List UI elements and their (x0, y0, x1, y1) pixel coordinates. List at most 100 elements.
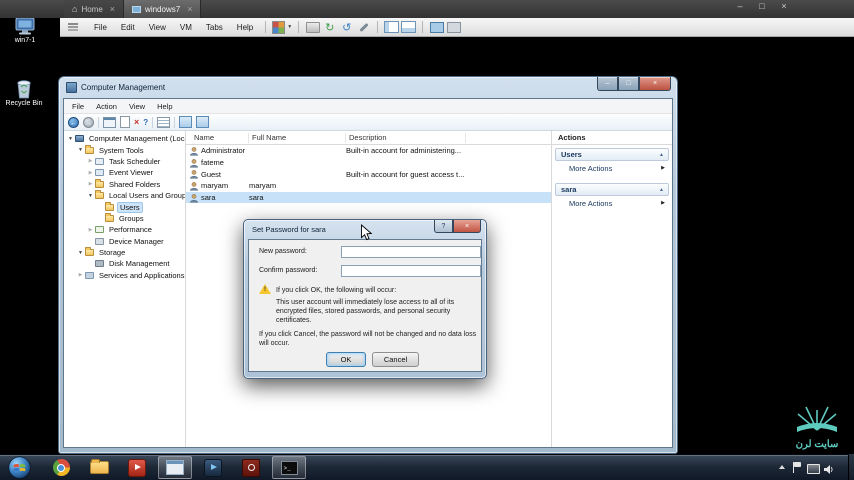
taskbar-video-player-button[interactable] (196, 456, 230, 479)
taskbar-computer-management-button[interactable] (158, 456, 192, 479)
new-password-label: New password: (259, 248, 307, 255)
tab-windows7[interactable]: windows7 × (124, 0, 202, 18)
tree-item-disk-management[interactable]: Disk Management (64, 258, 185, 269)
actions-section-users[interactable]: Users ▲ (555, 148, 669, 161)
menu-view[interactable]: View (123, 101, 151, 112)
tree-item-computer-management[interactable]: ▼ Computer Management (Local (64, 133, 185, 144)
tree-item-users[interactable]: Users (64, 201, 185, 213)
maximize-button[interactable]: □ (618, 77, 639, 91)
collapse-chevron-icon[interactable]: ▲ (659, 152, 664, 158)
taskbar-media-player-button[interactable] (120, 456, 154, 479)
tree-item-event-viewer[interactable]: ▶ Event Viewer (64, 167, 185, 178)
help-icon[interactable]: ? (143, 118, 148, 127)
forward-icon[interactable]: → (83, 116, 94, 128)
minimize-button[interactable]: – (733, 1, 747, 11)
expander-icon[interactable]: ▶ (86, 181, 95, 187)
show-thumbnail-bar-icon[interactable] (401, 20, 417, 35)
column-separator[interactable] (465, 133, 466, 143)
expander-icon[interactable]: ▶ (86, 227, 95, 233)
expander-icon[interactable]: ▶ (86, 158, 95, 164)
more-actions-users[interactable]: More Actions ▶ (552, 162, 672, 174)
tree-item-device-manager[interactable]: Device Manager (64, 236, 185, 247)
apps-grid-icon[interactable]: ▼ (272, 20, 292, 35)
new-password-field[interactable] (341, 246, 481, 258)
close-tab-icon[interactable]: × (110, 4, 115, 14)
user-row-guest[interactable]: Guest Built-in account for guest access … (186, 168, 551, 180)
show-actions-pane-icon[interactable] (196, 116, 210, 128)
taskbar-explorer-button[interactable] (82, 456, 116, 479)
menu-help[interactable]: Help (151, 101, 178, 112)
back-icon[interactable]: ← (68, 116, 79, 128)
taskbar-browser-button[interactable] (44, 456, 78, 479)
window-title-bar[interactable]: Computer Management – □ × (63, 77, 673, 98)
actions-section-sara[interactable]: sara ▲ (555, 183, 669, 196)
more-actions-sara[interactable]: More Actions ▶ (552, 197, 672, 209)
tree-item-storage[interactable]: ▼ Storage (64, 247, 185, 258)
show-desktop-button[interactable] (848, 454, 854, 480)
expander-icon[interactable]: ▶ (86, 170, 95, 176)
column-header-description[interactable]: Description (349, 133, 387, 142)
revert-snapshot-icon[interactable]: ↺ (339, 20, 354, 35)
export-list-icon[interactable] (179, 116, 193, 128)
menu-view[interactable]: View (143, 21, 172, 34)
tab-home[interactable]: ⌂ Home × (64, 0, 125, 18)
menu-file[interactable]: File (88, 21, 113, 34)
ok-button[interactable]: OK (326, 352, 366, 367)
taskbar-command-prompt-button[interactable]: >_ (272, 456, 306, 479)
collapse-chevron-icon[interactable]: ▲ (659, 187, 664, 193)
unity-mode-icon[interactable] (446, 20, 461, 35)
expander-icon[interactable]: ▼ (76, 250, 85, 256)
list-view-icon[interactable] (157, 116, 171, 128)
expander-icon[interactable]: ▼ (76, 147, 85, 153)
show-console-tree-icon[interactable] (103, 116, 116, 128)
menu-vm[interactable]: VM (174, 21, 198, 34)
menu-file[interactable]: File (66, 101, 90, 112)
tree-item-groups[interactable]: Groups (64, 212, 185, 224)
tree-item-local-users-and-groups[interactable]: ▼ Local Users and Groups (64, 190, 185, 201)
user-row-maryam[interactable]: maryam maryam (186, 180, 551, 192)
help-button[interactable]: ? (434, 220, 453, 233)
start-button[interactable] (8, 456, 31, 480)
close-button[interactable]: × (639, 77, 671, 91)
close-button[interactable]: × (777, 1, 791, 11)
user-row-sara[interactable]: sara sara (186, 191, 551, 204)
take-snapshot-icon[interactable]: ↻ (322, 20, 337, 35)
delete-icon[interactable]: × (134, 117, 139, 127)
properties-icon[interactable] (120, 116, 130, 128)
tree-item-system-tools[interactable]: ▼ System Tools (64, 144, 185, 155)
snapshot-manager-icon[interactable] (356, 20, 371, 35)
user-row-administrator[interactable]: Administrator Built-in account for admin… (186, 145, 551, 157)
confirm-password-field[interactable] (341, 265, 481, 277)
desktop-icon-win7-1[interactable]: win7-1 (2, 17, 48, 44)
tree-item-performance[interactable]: ▶ Performance (64, 224, 185, 235)
minimize-button[interactable]: – (597, 77, 618, 91)
taskbar-recorder-button[interactable] (234, 456, 268, 479)
volume-icon[interactable] (823, 462, 834, 480)
network-icon[interactable] (807, 464, 820, 474)
expander-icon[interactable]: ▶ (76, 272, 85, 278)
maximize-button[interactable]: □ (755, 1, 769, 11)
desktop-icon-recycle-bin[interactable]: Recycle Bin (1, 77, 47, 107)
cancel-button[interactable]: Cancel (372, 352, 419, 367)
column-header-full-name[interactable]: Full Name (252, 133, 286, 142)
show-library-panel-icon[interactable] (384, 20, 400, 35)
menu-edit[interactable]: Edit (115, 21, 141, 34)
tree-item-task-scheduler[interactable]: ▶ Task Scheduler (64, 156, 185, 167)
column-header-name[interactable]: Name (194, 133, 214, 142)
fullscreen-icon[interactable] (429, 20, 444, 35)
column-separator[interactable] (345, 133, 346, 143)
column-separator[interactable] (248, 133, 249, 143)
menu-action[interactable]: Action (90, 101, 123, 112)
expander-icon[interactable]: ▼ (86, 193, 95, 199)
action-center-icon[interactable] (793, 462, 803, 473)
hidden-icons-chevron-icon[interactable] (779, 465, 785, 469)
user-row-fateme[interactable]: fateme (186, 157, 551, 169)
tree-item-shared-folders[interactable]: ▶ Shared Folders (64, 178, 185, 190)
close-tab-icon[interactable]: × (187, 4, 192, 14)
tree-item-services-and-applications[interactable]: ▶ Services and Applications (64, 270, 185, 281)
menu-tabs[interactable]: Tabs (200, 21, 229, 34)
menu-help[interactable]: Help (231, 21, 259, 34)
close-button[interactable]: × (453, 220, 481, 233)
devices-icon[interactable] (305, 20, 320, 35)
expander-icon[interactable]: ▼ (66, 136, 75, 142)
